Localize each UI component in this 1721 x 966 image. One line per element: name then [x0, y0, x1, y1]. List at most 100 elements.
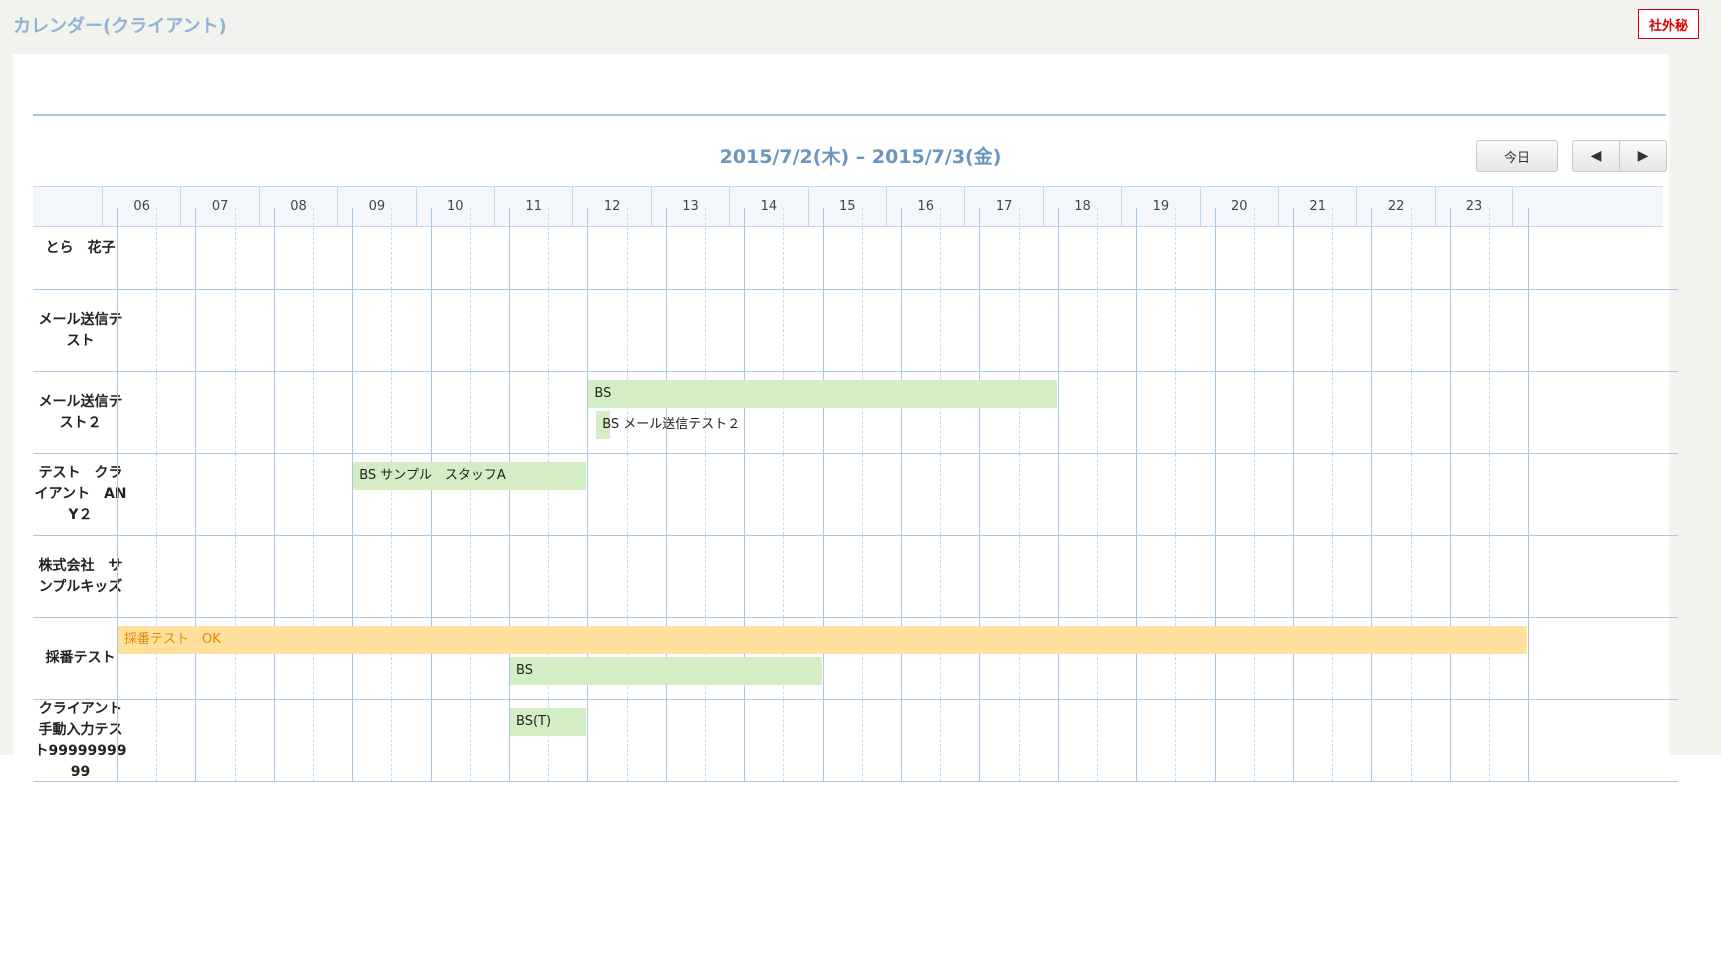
prev-button[interactable]: ◀: [1572, 140, 1620, 172]
hour-gridline: [195, 290, 197, 371]
half-hour-gridline: [1097, 454, 1098, 535]
hour-gridline: [509, 208, 510, 289]
half-hour-gridline: [1253, 536, 1255, 617]
half-hour-gridline: [1097, 372, 1098, 453]
hour-gridline: [1293, 536, 1294, 617]
half-hour-gridline: [1253, 208, 1255, 289]
hour-gridline: [665, 700, 667, 781]
calendar-event[interactable]: BS: [510, 657, 822, 685]
hour-gridline: [822, 700, 824, 781]
half-hour-gridline: [548, 536, 550, 617]
half-hour-gridline: [1410, 208, 1412, 289]
hour-gridline: [430, 372, 432, 453]
hour-gridline: [352, 536, 354, 617]
half-hour-gridline: [1489, 700, 1490, 781]
resource-label: とら 花子: [45, 240, 116, 256]
hour-gridline: [1214, 454, 1216, 535]
hour-gridline: [1449, 290, 1451, 371]
hour-gridline: [1293, 700, 1294, 781]
hour-gridline: [1528, 454, 1530, 535]
resource-label: 採番テスト: [45, 650, 116, 666]
calendar-event[interactable]: BS(T): [510, 708, 587, 736]
hour-gridline: [1214, 290, 1216, 371]
hour-gridline: [901, 208, 902, 289]
hour-gridline: [1371, 372, 1373, 453]
calendar-event[interactable]: BS: [588, 380, 1057, 408]
half-hour-gridline: [1018, 208, 1020, 289]
hour-gridline: [352, 290, 354, 371]
calendar-event[interactable]: BS サンプル スタッフA: [353, 462, 587, 490]
half-hour-gridline: [861, 536, 863, 617]
hour-gridline: [117, 372, 118, 453]
half-hour-gridline: [313, 454, 314, 535]
half-hour-gridline: [313, 700, 314, 781]
half-hour-gridline: [1175, 290, 1177, 371]
hour-gridline: [195, 454, 197, 535]
hour-gridline: [430, 536, 432, 617]
hour-gridline: [744, 536, 746, 617]
half-hour-gridline: [783, 208, 785, 289]
half-hour-gridline: [705, 290, 706, 371]
hour-gridline: [1057, 536, 1059, 617]
half-hour-gridline: [626, 700, 628, 781]
hour-gridline: [273, 372, 275, 453]
hour-gridline: [1136, 372, 1138, 453]
today-button[interactable]: 今日: [1476, 140, 1558, 172]
half-hour-gridline: [626, 208, 628, 289]
resource-row: 採番テスト 採番テスト OK BS: [33, 618, 1678, 700]
hour-gridline: [744, 290, 746, 371]
half-hour-gridline: [1410, 372, 1412, 453]
half-hour-gridline: [1253, 454, 1255, 535]
hour-gridline: [1449, 454, 1451, 535]
half-hour-gridline: [313, 208, 314, 289]
half-hour-gridline: [705, 208, 706, 289]
divider: [33, 114, 1666, 116]
half-hour-gridline: [156, 372, 158, 453]
hour-gridline: [587, 700, 589, 781]
resource-row: 株式会社 サンプルキッズ: [33, 536, 1678, 618]
hour-gridline: [744, 208, 746, 289]
hour-gridline: [822, 290, 824, 371]
hour-gridline: [1057, 454, 1059, 535]
arrow-left-icon: ◀: [1590, 148, 1602, 164]
hour-gridline: [352, 372, 354, 453]
half-hour-gridline: [705, 454, 706, 535]
half-hour-gridline: [861, 454, 863, 535]
half-hour-gridline: [626, 454, 628, 535]
event-title: 採番テスト OK: [124, 632, 221, 647]
half-hour-gridline: [313, 290, 314, 371]
hour-gridline: [1371, 290, 1373, 371]
half-hour-gridline: [1410, 290, 1412, 371]
half-hour-gridline: [234, 208, 236, 289]
half-hour-gridline: [1332, 700, 1334, 781]
next-button[interactable]: ▶: [1619, 140, 1667, 172]
resource-label: クライアント手動入力テスト9999999999: [34, 700, 127, 780]
resource-row: とら 花子: [33, 208, 1678, 290]
half-hour-gridline: [1253, 700, 1255, 781]
calendar-event[interactable]: BS メール送信テスト２: [596, 411, 740, 439]
hour-gridline: [822, 536, 824, 617]
half-hour-gridline: [548, 372, 550, 453]
hour-gridline: [1214, 700, 1216, 781]
half-hour-gridline: [156, 700, 158, 781]
hour-gridline: [195, 536, 197, 617]
half-hour-gridline: [861, 290, 863, 371]
hour-gridline: [979, 290, 981, 371]
half-hour-gridline: [1332, 536, 1334, 617]
half-hour-gridline: [156, 208, 158, 289]
hour-gridline: [509, 290, 510, 371]
hour-gridline: [1449, 536, 1451, 617]
calendar-event[interactable]: 採番テスト OK: [118, 626, 1528, 654]
resource-label: メール送信テスト: [38, 311, 123, 349]
half-hour-gridline: [234, 454, 236, 535]
hour-gridline: [1214, 372, 1216, 453]
half-hour-gridline: [469, 536, 471, 617]
resource-label: テスト クライアント ANY２: [34, 465, 127, 523]
hour-gridline: [273, 208, 275, 289]
half-hour-gridline: [1097, 536, 1098, 617]
page-title: カレンダー(クライアント): [13, 16, 227, 37]
half-hour-gridline: [391, 208, 393, 289]
half-hour-gridline: [1489, 454, 1490, 535]
confidential-badge: 社外秘: [1638, 9, 1699, 39]
hour-gridline: [509, 372, 510, 453]
